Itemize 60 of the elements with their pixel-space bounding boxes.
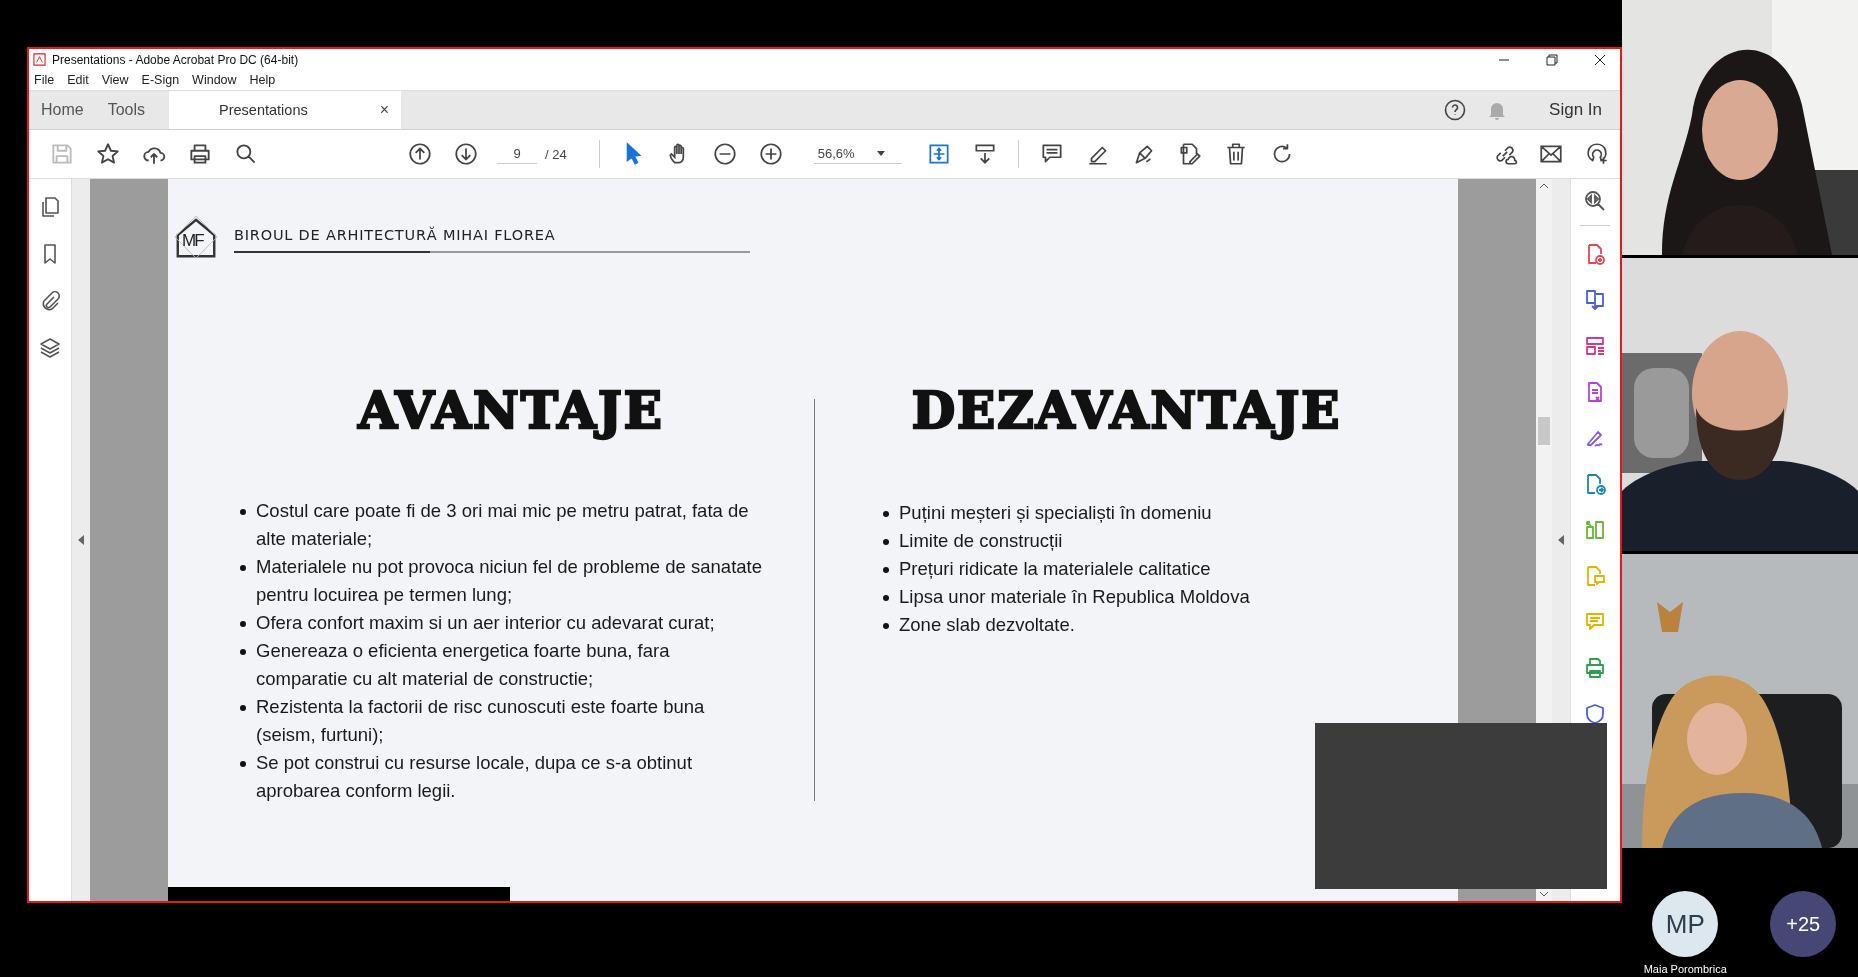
bullet-text: Lipsa unor materiale în Republica Moldova	[899, 585, 1250, 609]
caret-icon[interactable]	[876, 151, 885, 156]
star-icon[interactable]	[95, 141, 121, 167]
close-icon[interactable]	[1594, 53, 1606, 66]
zoom-out-icon[interactable]	[711, 141, 738, 167]
bullet-text: Costul care poate fi de 3 ori mai mic pe metru patrat, fata de alte materiale;	[256, 499, 750, 551]
bullet-text: Prețuri ridicate la materialele calitatice	[899, 557, 1211, 581]
print-icon[interactable]	[187, 141, 213, 167]
bullet-text: Puțini meșteri și specialiști în domeniu	[899, 501, 1212, 525]
collapse-left-icon[interactable]	[78, 535, 84, 545]
scroll-down-icon[interactable]	[1539, 891, 1549, 897]
collapse-right-icon[interactable]	[1558, 535, 1564, 545]
bullet-icon	[883, 623, 889, 629]
bullet-icon	[240, 565, 246, 571]
layers-icon[interactable]	[38, 336, 62, 360]
bullet-text: Zone slab dezvoltate.	[899, 613, 1075, 637]
page-number-field[interactable]: 9	[497, 144, 537, 164]
bullet-icon	[883, 511, 889, 517]
bullet-icon	[240, 649, 246, 655]
bullet-icon	[240, 509, 246, 515]
tab[interactable]: Tools	[95, 91, 158, 129]
restore-icon[interactable]	[1546, 53, 1558, 66]
bullet-icon	[240, 705, 246, 711]
bullet-text: Limite de construcții	[899, 529, 1063, 553]
bullet-icon	[883, 539, 889, 545]
menu-item[interactable]: Window	[192, 73, 237, 87]
bullet-text: Ofera confort maxim si un aer interior cu adevarat curat;	[256, 611, 715, 635]
help-icon[interactable]	[1443, 98, 1468, 122]
window-title: Presentations - Adobe Acrobat Pro DC (64-bit)	[52, 52, 299, 67]
column-heading: AVANTAJE	[357, 381, 665, 441]
tab[interactable]: Home	[29, 91, 96, 129]
brand-name: BIROUL DE ARHITECTURĂ MIHAI FLOREA	[234, 227, 556, 243]
more-participants-badge[interactable]: +25	[1770, 891, 1837, 957]
sign-in-link[interactable]: Sign In	[1549, 100, 1602, 120]
menu-item[interactable]: E-Sign	[141, 73, 180, 87]
menu-item[interactable]: View	[101, 73, 129, 87]
menu-item[interactable]: File	[34, 73, 55, 87]
bullet-text: Se pot construi cu resurse locale, dupa ce s-a obtinut aprobarea conform legii.	[256, 751, 694, 803]
close-tab-icon[interactable]: ×	[379, 101, 390, 119]
bullet-icon	[883, 567, 889, 573]
bullet-icon	[240, 621, 246, 627]
zoom-dropdown[interactable]: 56,6%	[813, 144, 902, 164]
bullet-icon	[883, 595, 889, 601]
participant-name: Maia Porombrica	[1643, 963, 1727, 975]
pdf-icon	[33, 53, 46, 66]
tab[interactable]: Presentations ×	[169, 91, 402, 129]
menu-item[interactable]: Help	[249, 73, 276, 87]
scrollbar-thumb[interactable]	[1538, 417, 1550, 445]
column-heading: DEZAVANTAJE	[910, 381, 1343, 441]
menu-item[interactable]: Edit	[67, 73, 89, 87]
bullet-text: Genereaza o eficienta energetica foarte buna, fara comparatie cu alt material de constructie;	[256, 639, 671, 691]
scroll-up-icon[interactable]	[1539, 183, 1549, 189]
bullet-text: Materialele nu pot provoca niciun fel de probleme de sanatate pentru locuirea pe termen lung;	[256, 555, 763, 607]
zoom-in-icon[interactable]	[757, 141, 784, 167]
zoom-icon[interactable]	[1582, 189, 1607, 213]
page-total: / 24	[545, 146, 567, 162]
bullet-icon	[240, 761, 246, 767]
bullet-text: Rezistenta la factorii de risc cunoscuti este foarte buna (seism, furtuni);	[256, 695, 706, 747]
avatar[interactable]: MP	[1652, 891, 1719, 957]
user-add-icon[interactable]	[1584, 141, 1610, 167]
